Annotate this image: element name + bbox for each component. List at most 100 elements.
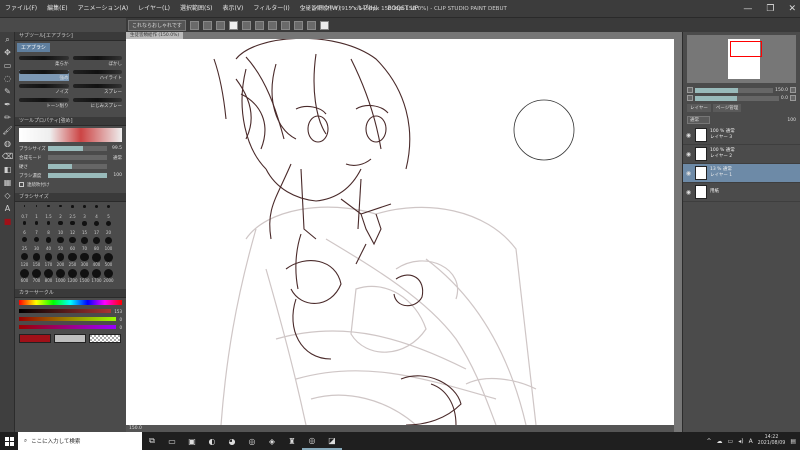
- brush-size-item[interactable]: 30: [31, 237, 42, 251]
- deselect-icon[interactable]: [293, 20, 303, 30]
- eye-icon[interactable]: ◉: [685, 170, 692, 177]
- clear-icon[interactable]: [267, 20, 277, 30]
- eye-icon[interactable]: ◉: [685, 189, 692, 196]
- notification-icon[interactable]: ▤: [790, 438, 796, 445]
- menu-item[interactable]: レイヤー(L): [133, 0, 175, 18]
- subtool-item[interactable]: ぼかし: [72, 56, 122, 67]
- brush-size-item[interactable]: 1700: [91, 269, 102, 283]
- subtool-item[interactable]: ノイズ: [19, 84, 69, 95]
- brush-icon[interactable]: 🖌: [2, 125, 13, 136]
- brush-size-item[interactable]: 12: [67, 221, 78, 235]
- fill-icon[interactable]: ◧: [2, 164, 13, 175]
- brush-size-item[interactable]: 10: [55, 221, 66, 235]
- layer-row[interactable]: ◉ 100 % 通常 レイヤー 2: [683, 145, 800, 164]
- clock[interactable]: 14:22 2021/08/09: [758, 435, 786, 447]
- sub-color-swatch[interactable]: [54, 334, 86, 343]
- rotate-slider[interactable]: [695, 95, 779, 101]
- rotate-left-icon[interactable]: [687, 95, 693, 101]
- brush-size-item[interactable]: 50: [55, 237, 66, 251]
- subtool-item[interactable]: ハイライト: [72, 70, 122, 81]
- brush-size-item[interactable]: 1500: [79, 269, 90, 283]
- transparent-color-swatch[interactable]: [89, 334, 121, 343]
- game-icon[interactable]: ♜: [282, 432, 302, 450]
- subtool-tab[interactable]: エアブラシ: [17, 43, 50, 52]
- brush-size-item[interactable]: 3: [79, 205, 90, 219]
- taskbar-search[interactable]: ⌕ ここに入力して検索: [18, 432, 142, 450]
- layer-opacity[interactable]: 100: [787, 118, 796, 123]
- eraser-icon[interactable]: ⌫: [2, 151, 13, 162]
- brush-size-item[interactable]: 2000: [103, 269, 114, 283]
- network-icon[interactable]: ▭: [728, 438, 734, 445]
- brush-size-item[interactable]: 80: [91, 237, 102, 251]
- brush-size-item[interactable]: 15: [79, 221, 90, 235]
- brush-size-item[interactable]: 100: [103, 237, 114, 251]
- rotate-right-icon[interactable]: [790, 95, 796, 101]
- brush-size-item[interactable]: 300: [79, 253, 90, 267]
- brush-size-item[interactable]: 17: [91, 221, 102, 235]
- main-color-swatch[interactable]: [19, 334, 51, 343]
- view-icon[interactable]: [189, 20, 199, 30]
- text-icon[interactable]: A: [2, 203, 13, 214]
- property-slider[interactable]: [48, 155, 107, 160]
- menu-item[interactable]: 表示(V): [218, 0, 249, 18]
- invert-selection-icon[interactable]: [306, 20, 316, 30]
- redo-icon[interactable]: [254, 20, 264, 30]
- canvas-tab[interactable]: 生徒皆類絵作 (150.0%): [126, 32, 184, 39]
- eye-icon[interactable]: ◉: [685, 132, 692, 139]
- flip-icon[interactable]: [215, 20, 225, 30]
- brush-size-item[interactable]: 1000: [55, 269, 66, 283]
- brush-size-item[interactable]: 600: [19, 269, 30, 283]
- menu-item[interactable]: 選択範囲(S): [175, 0, 218, 18]
- ime-indicator[interactable]: A: [749, 438, 753, 445]
- brush-size-item[interactable]: 1200: [67, 269, 78, 283]
- eyedropper-icon[interactable]: ✎: [2, 86, 13, 97]
- cloud-icon[interactable]: ☁: [717, 438, 723, 445]
- brush-size-item[interactable]: 40: [43, 237, 54, 251]
- brush-size-item[interactable]: 0.7: [19, 205, 30, 219]
- brush-size-item[interactable]: 800: [43, 269, 54, 283]
- subtool-item[interactable]: 強め: [19, 70, 69, 81]
- brush-size-item[interactable]: 20: [103, 221, 114, 235]
- task-view-icon[interactable]: ⧉: [142, 432, 162, 450]
- red-slider[interactable]: [19, 309, 112, 313]
- menu-item[interactable]: ファイル(F): [0, 0, 42, 18]
- brush-size-item[interactable]: 200: [55, 253, 66, 267]
- clip-studio-icon[interactable]: ◪: [322, 432, 342, 450]
- brush-size-item[interactable]: 250: [67, 253, 78, 267]
- subtool-item[interactable]: トーン削り: [19, 98, 69, 109]
- close-button[interactable]: ✕: [788, 0, 796, 18]
- brush-size-item[interactable]: 2.5: [67, 205, 78, 219]
- brush-size-item[interactable]: 700: [31, 269, 42, 283]
- chrome-icon-2[interactable]: ◎: [302, 432, 322, 450]
- brush-size-item[interactable]: 60: [67, 237, 78, 251]
- pencil-icon[interactable]: ✏: [2, 112, 13, 123]
- brush-size-item[interactable]: 150: [31, 253, 42, 267]
- chevron-up-icon[interactable]: ^: [707, 438, 712, 445]
- edge-icon[interactable]: ◕: [222, 432, 242, 450]
- brush-size-item[interactable]: 2: [55, 205, 66, 219]
- volume-icon[interactable]: ◂): [738, 438, 743, 445]
- transform-icon[interactable]: [280, 20, 290, 30]
- subtool-item[interactable]: にじみスプレー: [72, 98, 122, 109]
- brush-size-item[interactable]: 400: [91, 253, 102, 267]
- brush-size-item[interactable]: 1.5: [43, 205, 54, 219]
- figure-icon[interactable]: ◇: [2, 190, 13, 201]
- brush-size-item[interactable]: 25: [19, 237, 30, 251]
- brush-size-item[interactable]: 70: [79, 237, 90, 251]
- layer-row[interactable]: ◉ 13 % 通常 レイヤー 1: [683, 164, 800, 183]
- settings-icon[interactable]: [319, 20, 329, 30]
- blend-mode-select[interactable]: 通常: [687, 116, 710, 124]
- brush-size-item[interactable]: 5: [103, 205, 114, 219]
- file-explorer-icon[interactable]: ▭: [162, 432, 182, 450]
- drawing-canvas[interactable]: [126, 39, 674, 425]
- brush-size-item[interactable]: 6: [19, 221, 30, 235]
- magnifier-icon[interactable]: ⌕: [2, 34, 13, 45]
- select-icon[interactable]: ▭: [2, 60, 13, 71]
- command-preset-button[interactable]: これならおしゃれです: [128, 19, 186, 31]
- layer-row[interactable]: ◉ 用紙: [683, 183, 800, 202]
- move-icon[interactable]: ✥: [2, 47, 13, 58]
- menu-item[interactable]: フィルター(I): [248, 0, 294, 18]
- eye-icon[interactable]: ◉: [685, 151, 692, 158]
- property-slider[interactable]: [48, 173, 107, 178]
- property-slider[interactable]: [48, 164, 107, 169]
